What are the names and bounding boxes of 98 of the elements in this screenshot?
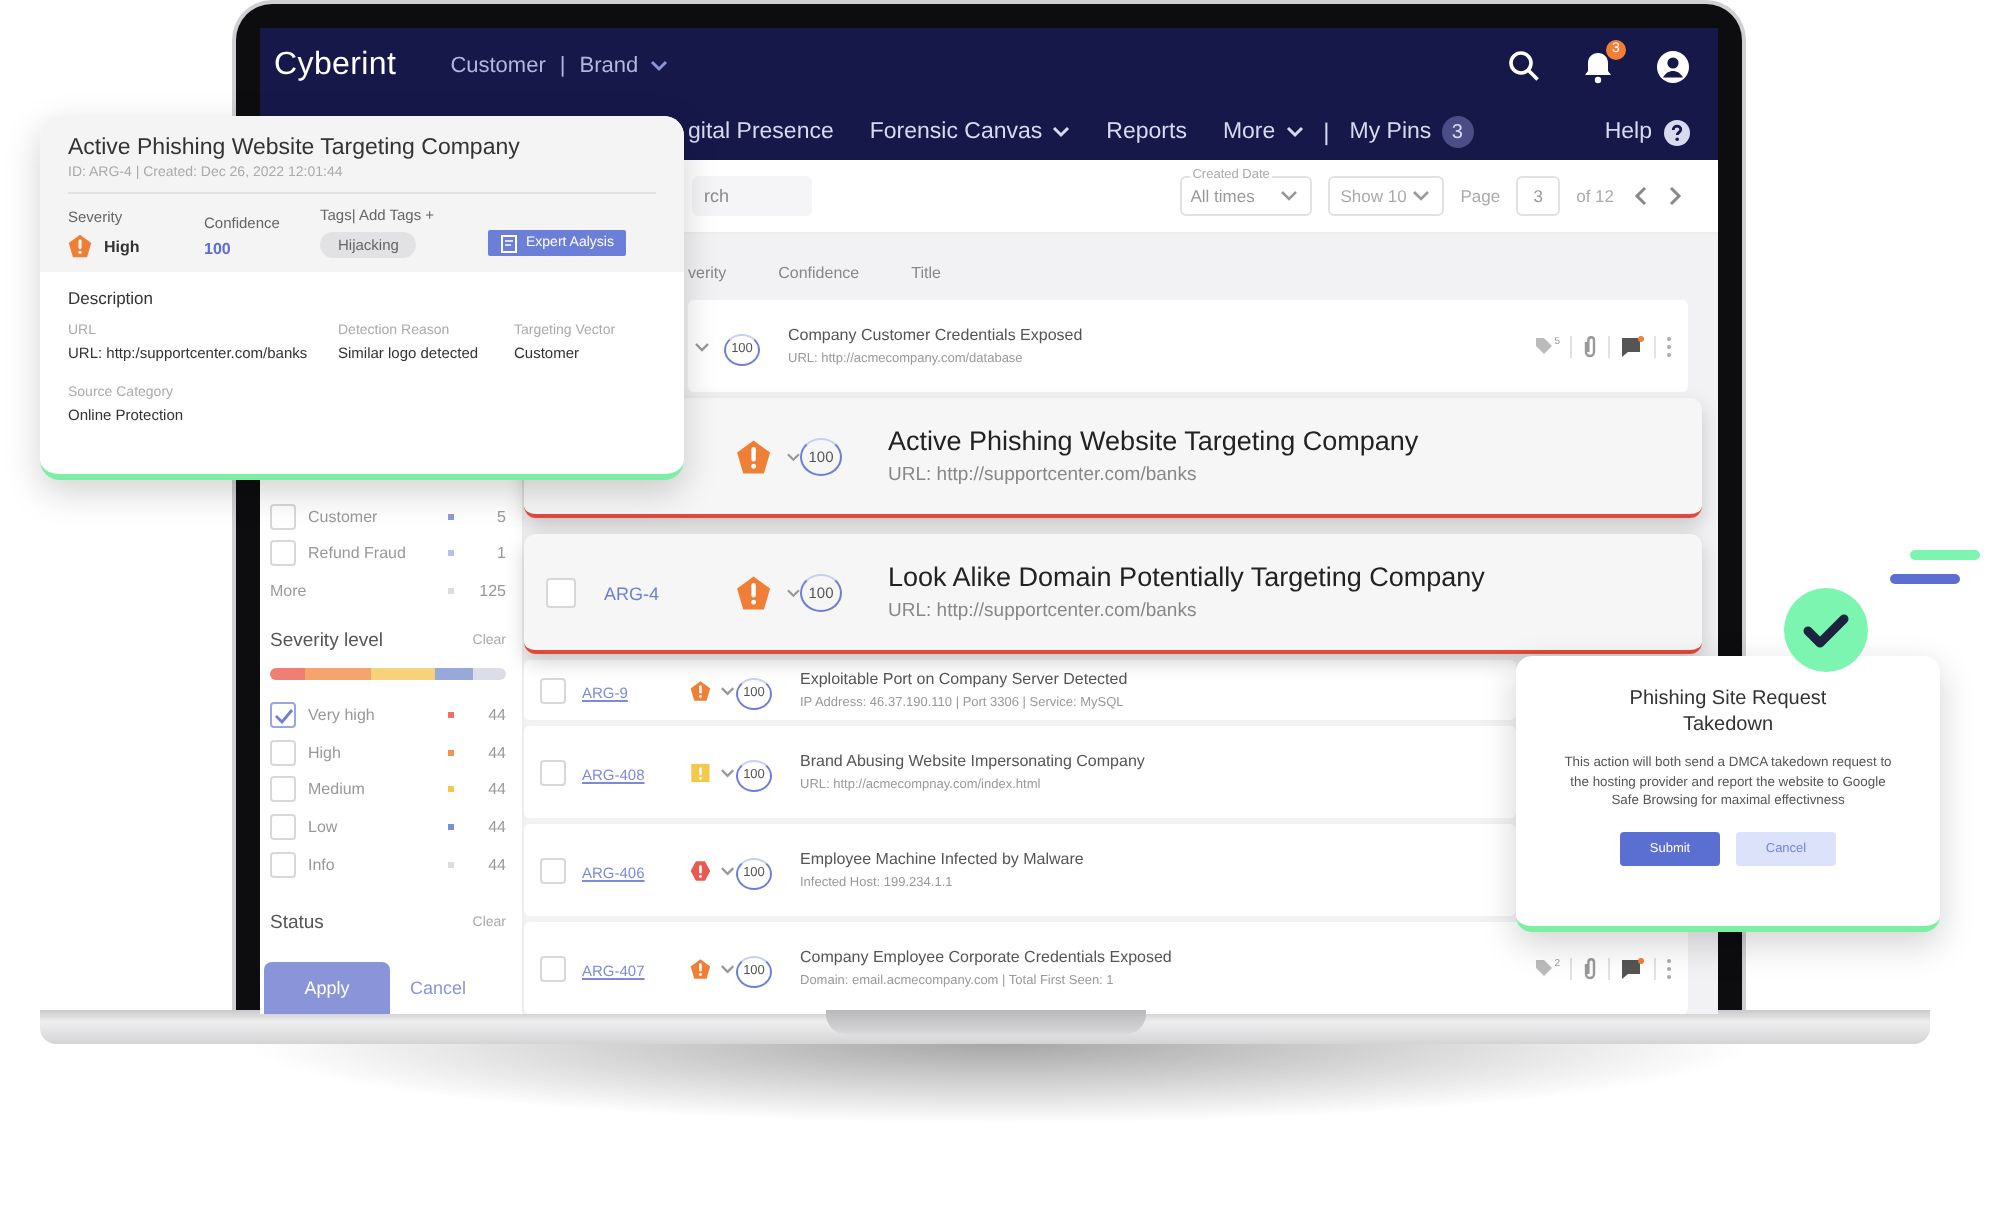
checkbox[interactable] [270, 540, 296, 567]
caret-icon [1285, 126, 1304, 138]
section-title: Severity level [270, 630, 383, 653]
filter-count: 1 [495, 544, 506, 563]
checkbox[interactable] [540, 955, 566, 981]
alert-title: Active Phishing Website Targeting Company [888, 426, 1419, 456]
checkbox[interactable] [270, 776, 296, 803]
next-page-icon[interactable] [1668, 186, 1682, 206]
caret-icon[interactable] [785, 451, 800, 461]
alert-title: Exploitable Port on Company Server Detected [800, 670, 1128, 688]
alert-title: Company Customer Credentials Exposed [788, 326, 1083, 344]
tag-count[interactable]: 2 [1534, 958, 1560, 978]
user-icon[interactable] [1656, 49, 1690, 83]
filter-label: Refund Fraud [308, 544, 408, 563]
page-label: Page [1460, 186, 1501, 206]
help-link[interactable]: Help [1604, 119, 1690, 145]
filter-count: 125 [478, 582, 506, 601]
page-total: of 12 [1576, 186, 1614, 206]
paperclip-icon[interactable] [1582, 956, 1598, 980]
confidence-value: 100 [204, 240, 233, 258]
separator: | [559, 54, 566, 78]
column-header[interactable]: verity [688, 263, 727, 281]
caret-icon [1412, 190, 1431, 202]
caret-icon[interactable] [720, 767, 736, 777]
nav-item[interactable]: Reports [1106, 120, 1187, 144]
filter-count: 5 [495, 507, 506, 526]
column-header[interactable]: Confidence [778, 263, 860, 281]
checkbox[interactable] [270, 813, 296, 840]
page-size-select[interactable]: Show 10 [1328, 176, 1445, 216]
help-icon [1664, 119, 1690, 145]
checkbox[interactable] [540, 857, 566, 883]
column-header[interactable]: Title [911, 263, 941, 281]
comment-icon[interactable] [1620, 957, 1644, 979]
alert-title: Company Employee Corporate Credentials Exposed [800, 948, 1172, 966]
more-link[interactable]: More [270, 582, 436, 601]
page-field[interactable]: 3 [1516, 176, 1561, 216]
caret-icon [1280, 190, 1299, 202]
caret-icon[interactable] [720, 685, 736, 695]
filter-count: 44 [486, 855, 506, 874]
filter-label: Low [308, 817, 340, 836]
caret-icon[interactable] [694, 341, 710, 351]
nav-item[interactable]: Forensic Canvas [869, 120, 1071, 144]
caret-icon [650, 60, 669, 72]
paperclip-icon[interactable] [1582, 334, 1598, 358]
alert-title: Brand Abusing Website Impersonating Company [800, 752, 1145, 770]
bell-icon[interactable] [1582, 49, 1614, 83]
logo: Cyberint [274, 48, 397, 84]
accent-line [1910, 550, 1980, 560]
caret-icon[interactable] [785, 587, 800, 597]
apply-button[interactable]: Apply [264, 962, 390, 1014]
cancel-button[interactable]: Cancel [410, 978, 467, 999]
accent-line [1890, 574, 1960, 584]
search-field[interactable]: rch [692, 176, 812, 216]
filter-label: High [308, 743, 343, 762]
separator: | [1323, 118, 1330, 146]
comment-icon[interactable] [1620, 335, 1644, 357]
alert-detail: URL: http://supportcenter.com/banks [888, 464, 1197, 486]
brand-dropdown[interactable]: Brand [579, 54, 669, 78]
section-title: Status [270, 911, 324, 934]
alert-id-link[interactable]: ARG-4 [604, 584, 660, 604]
filter-label: Info [308, 855, 337, 874]
checkbox[interactable] [270, 851, 296, 878]
checkbox[interactable] [540, 759, 566, 785]
caret-icon[interactable] [720, 865, 736, 875]
card-title: Active Phishing Website Targeting Company [68, 136, 522, 160]
more-options-icon[interactable] [1666, 335, 1672, 357]
pins-count: 3 [1441, 116, 1474, 148]
account-name: Customer [450, 54, 546, 78]
checkbox[interactable] [545, 577, 575, 607]
search-icon[interactable] [1508, 50, 1540, 82]
tag-icon [1534, 958, 1555, 978]
filter-count: 44 [486, 743, 506, 762]
dialog-title: Phishing Site Request Takedown [1628, 686, 1828, 738]
section-title: Description [68, 288, 156, 308]
alert-title: Look Alike Domain Potentially Targeting Company [888, 562, 1485, 592]
checkbox[interactable] [540, 677, 566, 703]
more-options-icon[interactable] [1666, 957, 1672, 979]
checkbox[interactable] [270, 503, 296, 530]
alert-detail: URL: http://supportcenter.com/banks [888, 600, 1197, 622]
nav-item[interactable]: gital Presence [688, 120, 834, 144]
filter-count: 44 [486, 780, 506, 799]
filter-label: Medium [308, 780, 367, 799]
checkbox[interactable] [270, 702, 296, 729]
document-icon [500, 233, 520, 253]
caret-icon [1052, 126, 1071, 138]
checkbox[interactable] [270, 739, 296, 766]
tag-icon [1534, 336, 1555, 356]
my-pins-link[interactable]: My Pins 3 [1349, 116, 1474, 148]
filter-count: 44 [486, 817, 506, 836]
severity-value: High [104, 237, 140, 255]
filter-label: Very high [308, 706, 377, 725]
tag-count[interactable]: 5 [1534, 336, 1560, 356]
filter-label: Customer [308, 507, 380, 526]
previous-page-icon[interactable] [1634, 186, 1648, 206]
filter-count: 44 [486, 706, 506, 725]
alert-title: Employee Machine Infected by Malware [800, 850, 1084, 868]
caret-icon[interactable] [720, 963, 736, 973]
nav-item[interactable]: More [1222, 120, 1304, 144]
